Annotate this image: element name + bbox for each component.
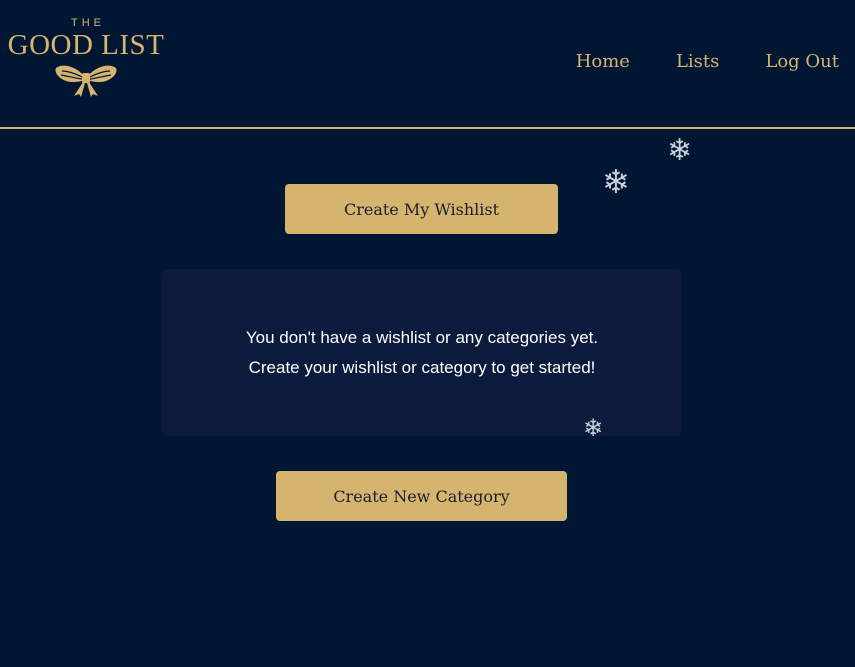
main-nav: Home Lists Log Out [576,50,839,74]
logo-name-text: GOOD LIST [7,29,165,61]
empty-state-line-1: You don't have a wishlist or any categor… [245,327,599,347]
create-wishlist-button[interactable]: Create My Wishlist [285,184,558,234]
nav-logout-link[interactable]: Log Out [765,50,839,74]
create-category-button[interactable]: Create New Category [276,471,567,521]
snowflake-icon: ❄ [583,414,604,442]
nav-lists-link[interactable]: Lists [676,50,719,74]
nav-home-link[interactable]: Home [576,50,630,74]
snowflake-icon: ❄ [602,162,630,201]
empty-state-line-2: Create your wishlist or category to get … [248,357,596,377]
empty-state-card: You don't have a wishlist or any categor… [162,269,682,436]
logo-the-text: THE [71,17,105,29]
site-logo[interactable]: THE GOOD LIST [5,16,167,102]
site-header: THE GOOD LIST Home Lists Log Out [0,0,855,129]
bow-icon [55,65,117,97]
snowflake-icon: ❄ [667,133,693,168]
